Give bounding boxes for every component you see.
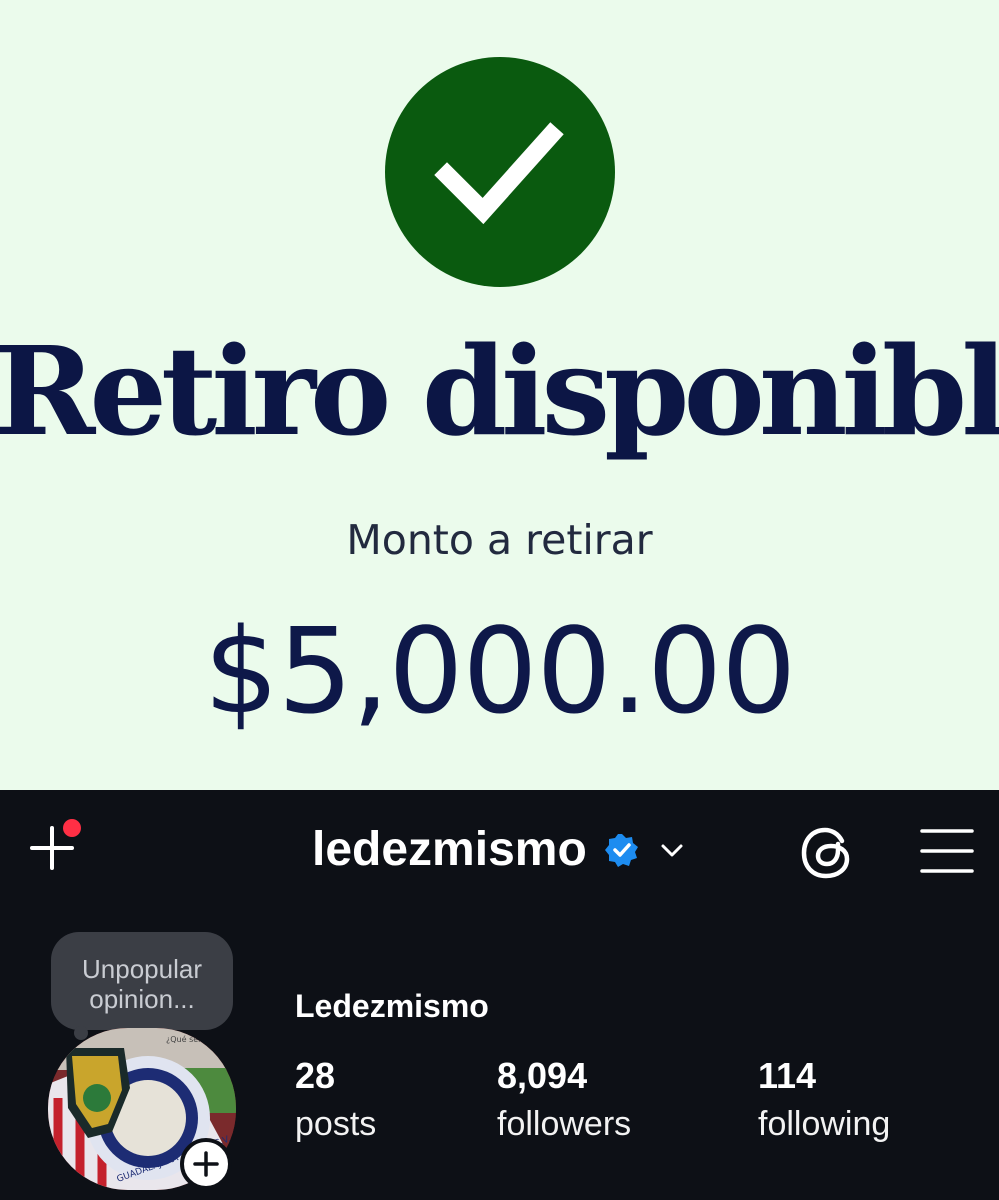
followers-count: 8,094: [497, 1055, 588, 1096]
avatar-caption: ¿Qué sentiste: [166, 1034, 221, 1044]
profile-note-line-1: Unpopular: [82, 954, 202, 984]
chevron-down-icon: [661, 844, 683, 857]
following-label: following: [758, 1105, 891, 1143]
withdrawal-confirmation: Retiro disponible Monto a retirar $5,000…: [0, 0, 999, 790]
add-story-button[interactable]: [180, 1138, 232, 1190]
profile-header: ledezmismo Unpopular opinion... ¿Qué sen…: [0, 790, 999, 1200]
posts-label: posts: [295, 1105, 377, 1143]
plus-circle-icon: [180, 1138, 232, 1190]
username: ledezmismo: [312, 823, 587, 876]
notification-dot-icon: [63, 819, 81, 837]
check-circle-icon: [385, 57, 615, 287]
checkmark-icon: [434, 122, 564, 225]
posts-count: 28: [295, 1055, 336, 1096]
threads-button[interactable]: [798, 825, 856, 881]
account-switcher[interactable]: ledezmismo: [312, 820, 689, 880]
menu-button[interactable]: [918, 826, 976, 876]
withdrawal-title: Retiro disponible: [0, 319, 999, 463]
threads-icon: [801, 827, 850, 879]
profile-note[interactable]: Unpopular opinion...: [51, 932, 233, 1030]
followers-stat[interactable]: 8,094 followers: [497, 1056, 631, 1144]
posts-stat[interactable]: 28 posts: [295, 1056, 376, 1144]
amount-label: Monto a retirar: [346, 516, 653, 564]
verified-badge-icon: [604, 834, 638, 867]
display-name: Ledezmismo: [295, 988, 489, 1024]
hamburger-menu-icon: [920, 829, 974, 873]
profile-note-line-2: opinion...: [89, 984, 195, 1014]
profile-note-text: Unpopular opinion...: [51, 954, 233, 1014]
following-stat[interactable]: 114 following: [758, 1056, 890, 1144]
amount-value: $5,000.00: [203, 602, 797, 740]
following-count: 114: [758, 1055, 817, 1096]
followers-label: followers: [497, 1105, 632, 1143]
